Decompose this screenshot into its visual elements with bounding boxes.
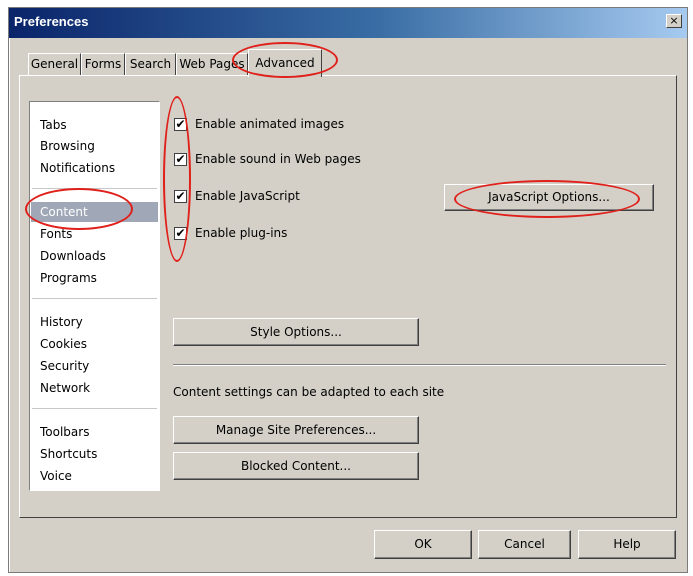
help-button[interactable]: Help bbox=[578, 530, 676, 559]
category-shortcuts[interactable]: Shortcuts bbox=[40, 444, 158, 464]
site-settings-text: Content settings can be adapted to each … bbox=[173, 385, 445, 399]
plugins-label: Enable plug-ins bbox=[195, 226, 288, 240]
checkmark-icon: ✔ bbox=[175, 189, 186, 203]
checkmark-icon: ✔ bbox=[175, 152, 186, 166]
plugins-checkbox[interactable]: ✔ bbox=[174, 227, 187, 240]
category-tabs[interactable]: Tabs bbox=[40, 115, 158, 135]
category-network[interactable]: Network bbox=[40, 378, 158, 398]
blocked-content-button[interactable]: Blocked Content... bbox=[173, 452, 419, 480]
category-security[interactable]: Security bbox=[40, 356, 158, 376]
animated-images-label: Enable animated images bbox=[195, 117, 345, 131]
sound-checkbox[interactable]: ✔ bbox=[174, 153, 187, 166]
cancel-button[interactable]: Cancel bbox=[478, 530, 571, 559]
category-cookies[interactable]: Cookies bbox=[40, 334, 158, 354]
close-button[interactable]: × bbox=[666, 14, 682, 28]
category-content[interactable]: Content bbox=[31, 202, 158, 222]
animated-images-checkbox[interactable]: ✔ bbox=[174, 118, 187, 131]
ok-button[interactable]: OK bbox=[374, 530, 472, 559]
javascript-checkbox[interactable]: ✔ bbox=[174, 190, 187, 203]
tab-advanced[interactable]: Advanced bbox=[248, 49, 322, 77]
tab-general[interactable]: General bbox=[28, 53, 81, 76]
category-divider bbox=[32, 298, 157, 299]
category-divider bbox=[32, 188, 157, 189]
category-downloads[interactable]: Downloads bbox=[40, 246, 158, 266]
category-fonts[interactable]: Fonts bbox=[40, 224, 158, 244]
tab-web-pages[interactable]: Web Pages bbox=[176, 53, 248, 76]
section-divider bbox=[173, 364, 666, 366]
category-divider bbox=[32, 408, 157, 409]
window-title: Preferences bbox=[14, 14, 89, 29]
title-bar[interactable] bbox=[9, 8, 687, 38]
javascript-options-button[interactable]: JavaScript Options... bbox=[444, 184, 654, 211]
sound-label: Enable sound in Web pages bbox=[195, 152, 361, 166]
category-history[interactable]: History bbox=[40, 312, 158, 332]
category-voice[interactable]: Voice bbox=[40, 466, 158, 486]
category-toolbars[interactable]: Toolbars bbox=[40, 422, 158, 442]
manage-site-preferences-button[interactable]: Manage Site Preferences... bbox=[173, 416, 419, 444]
checkmark-icon: ✔ bbox=[175, 117, 186, 131]
category-notifications[interactable]: Notifications bbox=[40, 158, 158, 178]
tab-forms[interactable]: Forms bbox=[81, 53, 125, 76]
category-browsing[interactable]: Browsing bbox=[40, 136, 158, 156]
close-icon: × bbox=[669, 14, 679, 27]
javascript-label: Enable JavaScript bbox=[195, 189, 300, 203]
checkmark-icon: ✔ bbox=[175, 226, 186, 240]
style-options-button[interactable]: Style Options... bbox=[173, 318, 419, 346]
category-programs[interactable]: Programs bbox=[40, 268, 158, 288]
tab-search[interactable]: Search bbox=[125, 53, 176, 76]
